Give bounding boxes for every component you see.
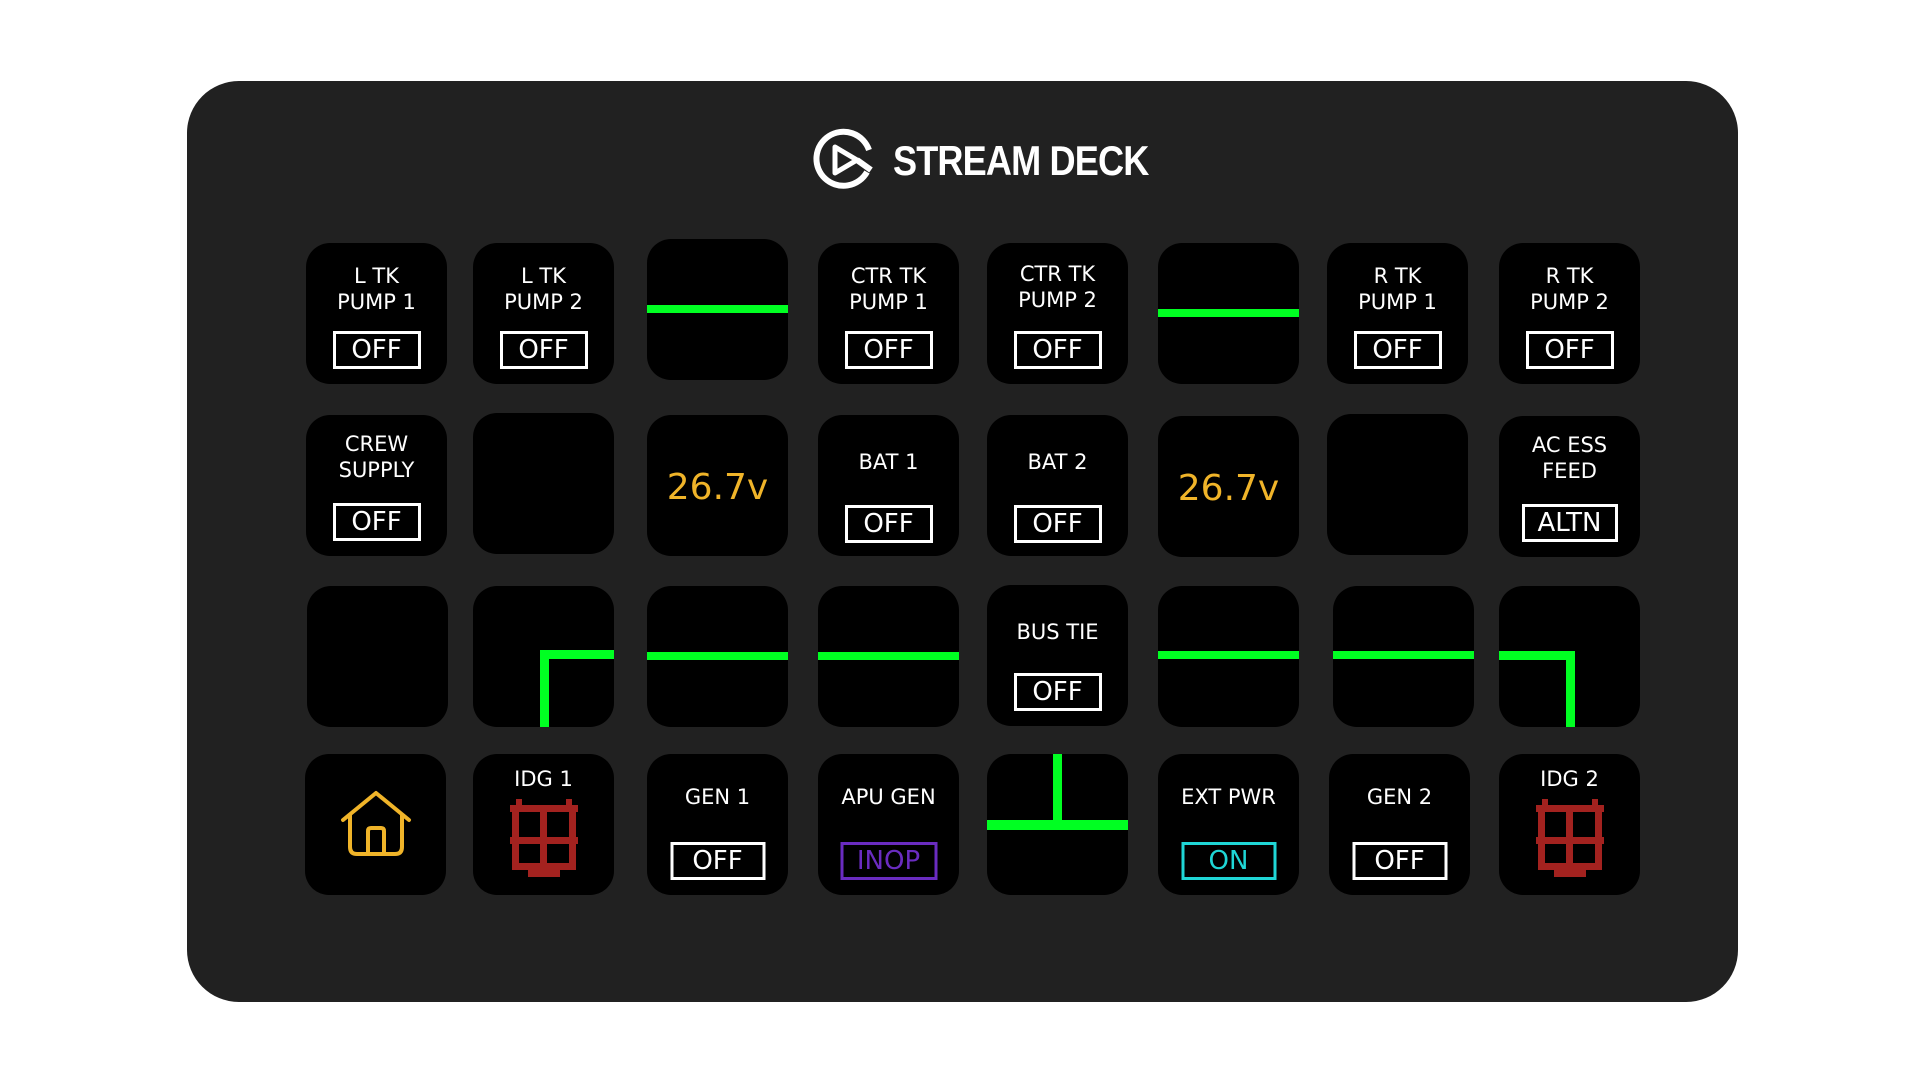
bus-line [1158,309,1299,317]
key-bus-line-tee[interactable] [987,754,1128,895]
key-ac-ess-feed[interactable]: AC ESS FEED ALTN [1499,416,1640,557]
key-bat-1[interactable]: BAT 1 OFF [818,415,959,556]
bus-line [1566,651,1575,727]
bus-line [647,652,788,660]
key-ext-pwr[interactable]: EXT PWR ON [1158,754,1299,895]
key-idg-1[interactable]: IDG 1 [473,754,614,895]
key-bus-line-horizontal[interactable] [818,586,959,727]
bus-line [1333,651,1474,659]
key-label: R TK PUMP 2 [1530,264,1609,314]
key-ctr-tk-pump-2[interactable]: CTR TK PUMP 2 OFF [987,243,1128,384]
key-bus-line-horizontal[interactable] [1333,586,1474,727]
key-label: AC ESS FEED [1531,433,1608,483]
key-label: BAT 2 [1027,450,1088,474]
key-blank[interactable] [307,586,448,727]
key-gen-2[interactable]: GEN 2 OFF [1329,754,1470,895]
switch-state: ON [1181,842,1276,880]
key-bat-1-voltage[interactable]: 26.7v [647,415,788,556]
home-icon [305,790,446,858]
key-apu-gen[interactable]: APU GEN INOP [818,754,959,895]
key-bat-2[interactable]: BAT 2 OFF [987,415,1128,556]
key-label: CREW SUPPLY [338,432,415,482]
bus-line [1053,754,1062,824]
switch-state: OFF [1013,505,1102,543]
key-bus-tie[interactable]: BUS TIE OFF [987,585,1128,726]
voltage-readout: 26.7v [666,467,769,508]
idg-disconnect-icon [473,799,614,879]
key-label: L TK PUMP 1 [337,264,416,314]
switch-state: OFF [1353,331,1442,369]
key-bus-line-horizontal[interactable] [647,239,788,380]
key-bus-line-horizontal[interactable] [1158,586,1299,727]
key-label: R TK PUMP 1 [1358,264,1437,314]
key-label: BUS TIE [1016,620,1099,644]
key-label: GEN 1 [684,785,751,809]
key-blank[interactable] [1327,414,1468,555]
switch-state: ALTN [1521,504,1618,542]
key-gen-1[interactable]: GEN 1 OFF [647,754,788,895]
key-label: BAT 1 [858,450,919,474]
bus-line [540,650,614,659]
key-l-tk-pump-2[interactable]: L TK PUMP 2 OFF [473,243,614,384]
stream-deck-logo: STREAM DECK [813,128,1190,194]
idg-disconnect-icon [1499,799,1640,879]
switch-state: OFF [1013,673,1102,711]
switch-state: OFF [670,842,765,880]
key-bat-2-voltage[interactable]: 26.7v [1158,416,1299,557]
key-bus-line-horizontal[interactable] [647,586,788,727]
key-label: APU GEN [841,785,936,809]
voltage-readout: 26.7v [1177,468,1280,509]
elgato-logo-icon [813,128,873,189]
bus-line [1158,651,1299,659]
bus-line [647,305,788,313]
switch-state: OFF [1013,331,1102,369]
key-crew-supply[interactable]: CREW SUPPLY OFF [306,415,447,556]
key-idg-2[interactable]: IDG 2 [1499,754,1640,895]
key-label: IDG 1 [514,767,573,791]
key-label: EXT PWR [1181,785,1276,809]
bus-line [540,650,549,727]
switch-state: OFF [332,331,421,369]
key-blank[interactable] [473,413,614,554]
switch-state: OFF [332,503,421,541]
brand-name: STREAM DECK [893,137,1149,184]
key-label: GEN 2 [1366,785,1433,809]
bus-line [1499,651,1575,660]
switch-state: OFF [844,331,933,369]
key-home[interactable] [305,754,446,895]
switch-state: OFF [1525,331,1614,369]
key-r-tk-pump-2[interactable]: R TK PUMP 2 OFF [1499,243,1640,384]
key-bus-line-horizontal[interactable] [1158,243,1299,384]
key-label: L TK PUMP 2 [504,264,583,314]
key-r-tk-pump-1[interactable]: R TK PUMP 1 OFF [1327,243,1468,384]
key-bus-line-corner-right[interactable] [1499,586,1640,727]
switch-state: OFF [499,331,588,369]
switch-state: INOP [840,842,937,880]
key-label: IDG 2 [1540,767,1599,791]
key-label: CTR TK PUMP 1 [849,264,928,314]
key-ctr-tk-pump-1[interactable]: CTR TK PUMP 1 OFF [818,243,959,384]
switch-state: OFF [844,505,933,543]
key-label: CTR TK PUMP 2 [1018,262,1097,312]
switch-state: OFF [1352,842,1447,880]
key-bus-line-corner-left[interactable] [473,586,614,727]
key-l-tk-pump-1[interactable]: L TK PUMP 1 OFF [306,243,447,384]
bus-line [818,652,959,660]
